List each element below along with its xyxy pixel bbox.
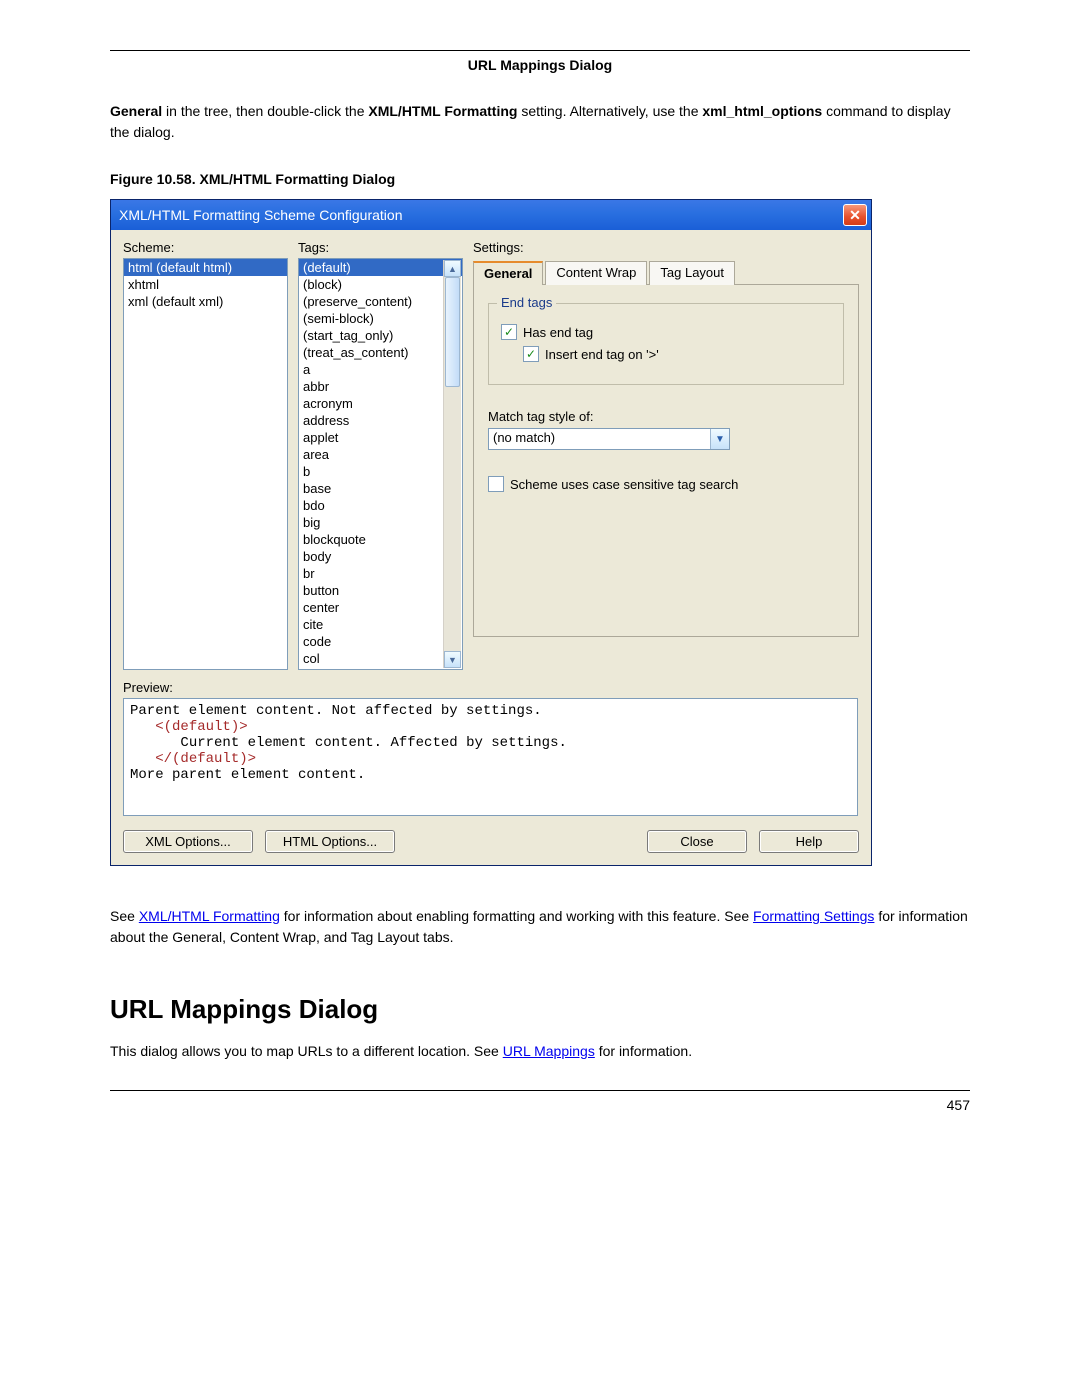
tab-tag-layout[interactable]: Tag Layout (649, 261, 735, 285)
page-number: 457 (947, 1097, 970, 1113)
case-sensitive-label: Scheme uses case sensitive tag search (510, 477, 738, 492)
case-sensitive-checkbox[interactable]: Scheme uses case sensitive tag search (488, 476, 844, 492)
preview-tag-open: <(default)> (155, 719, 247, 735)
insert-end-tag-label: Insert end tag on '>' (545, 347, 659, 362)
section2-t1: for information. (595, 1043, 692, 1059)
tags-item[interactable]: base (299, 480, 462, 497)
scheme-item-xhtml[interactable]: xhtml (124, 276, 287, 293)
link-xml-html-formatting[interactable]: XML/HTML Formatting (139, 908, 280, 924)
tags-item[interactable]: bdo (299, 497, 462, 514)
scroll-track[interactable] (444, 277, 461, 651)
end-tags-groupbox: End tags ✓ Has end tag ✓ Insert end tag … (488, 303, 844, 385)
insert-end-tag-checkbox[interactable]: ✓ Insert end tag on '>' (523, 346, 831, 362)
after-fig-t0: See (110, 908, 139, 924)
footer: 457 (110, 1090, 970, 1113)
scroll-down-icon[interactable]: ▼ (444, 651, 461, 668)
tags-item[interactable]: (start_tag_only) (299, 327, 462, 344)
preview-box[interactable]: Parent element content. Not affected by … (123, 698, 858, 816)
tags-item[interactable]: center (299, 599, 462, 616)
tags-listbox[interactable]: (default) (block) (preserve_content) (se… (298, 258, 463, 670)
tags-item[interactable]: (default) (299, 259, 462, 276)
titlebar-title: XML/HTML Formatting Scheme Configuration (119, 207, 402, 223)
tabpanel-general: End tags ✓ Has end tag ✓ Insert end tag … (473, 285, 859, 637)
preview-tag-close: </(default)> (155, 751, 256, 767)
section-heading-url-mappings: URL Mappings Dialog (110, 994, 970, 1025)
settings-label: Settings: (473, 240, 859, 255)
tags-item[interactable]: abbr (299, 378, 462, 395)
tags-scrollbar[interactable]: ▲ ▼ (443, 260, 461, 668)
tags-item[interactable]: (preserve_content) (299, 293, 462, 310)
checkbox-checked-icon: ✓ (523, 346, 539, 362)
preview-line-1: Parent element content. Not affected by … (130, 703, 542, 719)
scroll-up-icon[interactable]: ▲ (444, 260, 461, 277)
tab-general[interactable]: General (473, 261, 543, 285)
match-tag-value: (no match) (489, 429, 710, 449)
help-button[interactable]: Help (759, 830, 859, 853)
dialog-window: XML/HTML Formatting Scheme Configuration… (110, 199, 872, 866)
tags-item[interactable]: cite (299, 616, 462, 633)
scheme-item-html[interactable]: html (default html) (124, 259, 287, 276)
after-fig-t1: for information about enabling formattin… (280, 908, 753, 924)
figure-caption: Figure 10.58. XML/HTML Formatting Dialog (110, 171, 970, 187)
tags-item[interactable]: (semi-block) (299, 310, 462, 327)
section2-t0: This dialog allows you to map URLs to a … (110, 1043, 503, 1059)
checkbox-unchecked-icon (488, 476, 504, 492)
tags-item[interactable]: (block) (299, 276, 462, 293)
tabs: General Content Wrap Tag Layout (473, 260, 859, 285)
tags-item[interactable]: big (299, 514, 462, 531)
has-end-tag-label: Has end tag (523, 325, 593, 340)
tags-item[interactable]: button (299, 582, 462, 599)
end-tags-legend: End tags (497, 295, 556, 310)
tags-item[interactable]: applet (299, 429, 462, 446)
tags-item[interactable]: a (299, 361, 462, 378)
match-tag-dropdown[interactable]: (no match) ▼ (488, 428, 730, 450)
tags-item[interactable]: acronym (299, 395, 462, 412)
match-tag-label: Match tag style of: (488, 409, 844, 424)
link-url-mappings[interactable]: URL Mappings (503, 1043, 595, 1059)
link-formatting-settings[interactable]: Formatting Settings (753, 908, 874, 924)
scheme-label: Scheme: (123, 240, 288, 255)
tags-label: Tags: (298, 240, 463, 255)
intro-bold-xmlhtml: XML/HTML Formatting (368, 103, 517, 119)
tags-item[interactable]: code (299, 633, 462, 650)
tags-item[interactable]: col (299, 650, 462, 667)
tab-content-wrap[interactable]: Content Wrap (545, 261, 647, 285)
scheme-listbox[interactable]: html (default html) xhtml xml (default x… (123, 258, 288, 670)
html-options-button[interactable]: HTML Options... (265, 830, 395, 853)
tags-item[interactable]: (treat_as_content) (299, 344, 462, 361)
preview-line-4: More parent element content. (130, 767, 365, 783)
intro-text-2: setting. Alternatively, use the (517, 103, 702, 119)
header-rule (110, 50, 970, 51)
tags-item[interactable]: colgroup (299, 667, 462, 670)
after-figure-paragraph: See XML/HTML Formatting for information … (110, 906, 970, 948)
tags-item[interactable]: br (299, 565, 462, 582)
xml-options-button[interactable]: XML Options... (123, 830, 253, 853)
tags-item[interactable]: area (299, 446, 462, 463)
titlebar[interactable]: XML/HTML Formatting Scheme Configuration… (111, 200, 871, 230)
checkbox-checked-icon: ✓ (501, 324, 517, 340)
preview-line-3: Current element content. Affected by set… (180, 735, 566, 751)
tags-item[interactable]: body (299, 548, 462, 565)
intro-bold-general: General (110, 103, 162, 119)
page-header-title: URL Mappings Dialog (110, 57, 970, 73)
tags-item[interactable]: b (299, 463, 462, 480)
intro-text-1: in the tree, then double-click the (162, 103, 368, 119)
close-button[interactable]: Close (647, 830, 747, 853)
has-end-tag-checkbox[interactable]: ✓ Has end tag (501, 324, 831, 340)
scroll-thumb[interactable] (445, 277, 460, 387)
preview-label: Preview: (123, 680, 859, 695)
section2-paragraph: This dialog allows you to map URLs to a … (110, 1041, 970, 1062)
tags-item[interactable]: address (299, 412, 462, 429)
intro-paragraph: General in the tree, then double-click t… (110, 101, 970, 143)
chevron-down-icon[interactable]: ▼ (710, 429, 729, 449)
intro-bold-command: xml_html_options (702, 103, 822, 119)
scheme-item-xml[interactable]: xml (default xml) (124, 293, 287, 310)
tags-item[interactable]: blockquote (299, 531, 462, 548)
close-icon[interactable]: ✕ (843, 204, 867, 226)
